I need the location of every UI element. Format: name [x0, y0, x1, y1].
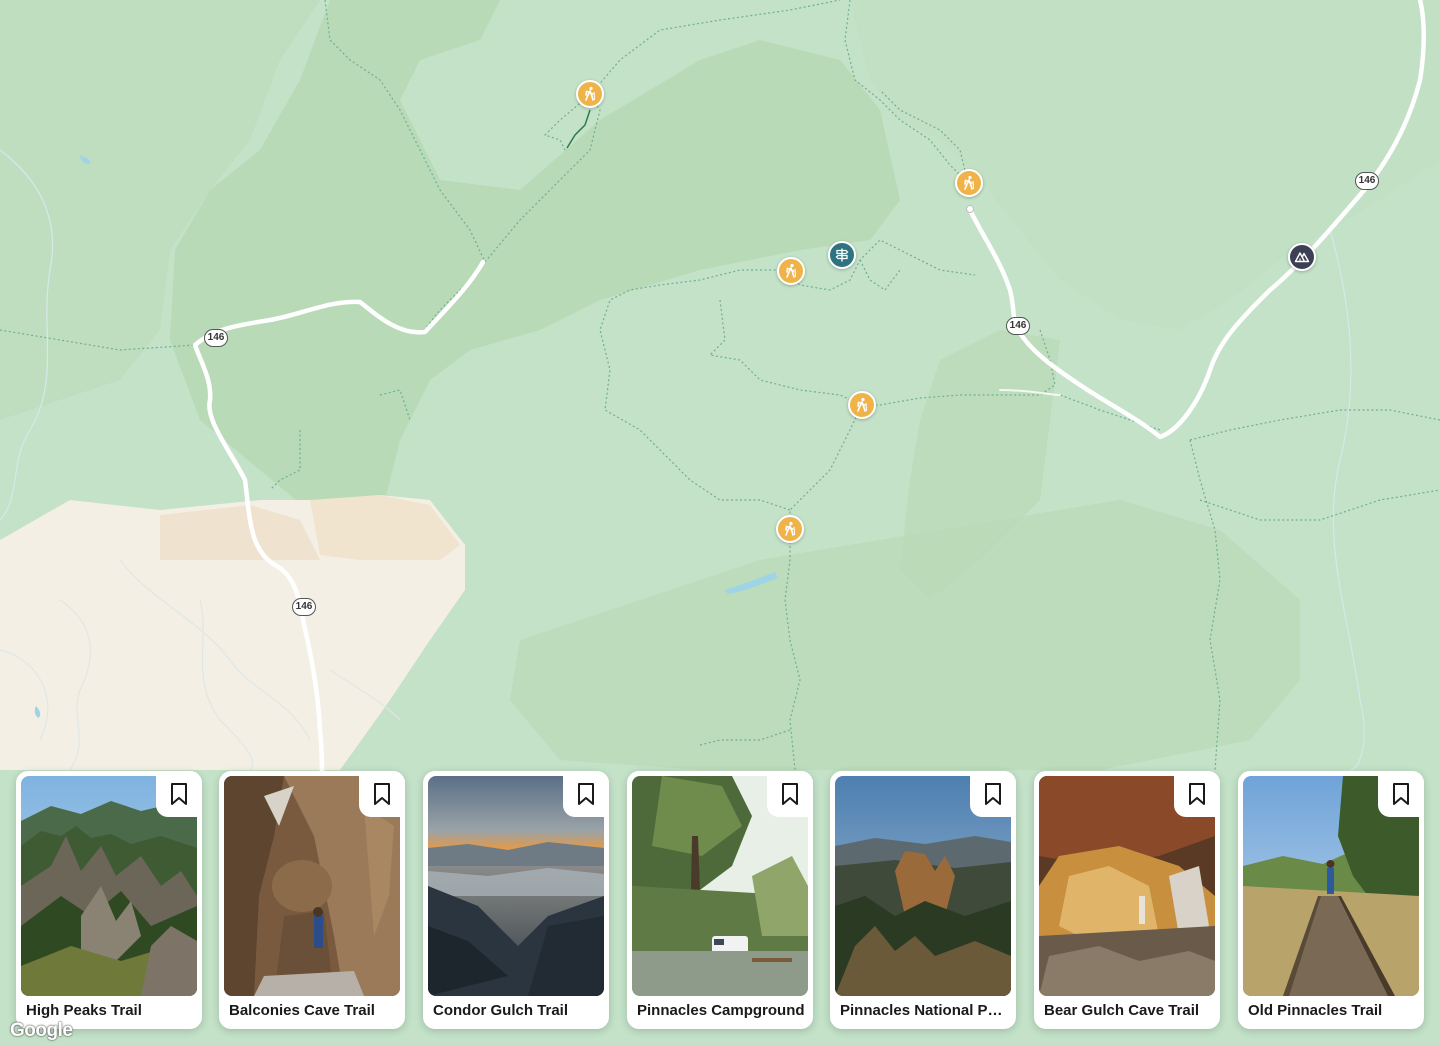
bookmark-icon [985, 783, 1001, 805]
hiker-icon [785, 521, 796, 536]
trail-marker[interactable] [576, 80, 604, 108]
bookmark-button[interactable] [359, 771, 405, 817]
card-title: Old Pinnacles Trail [1248, 1002, 1383, 1019]
tent-icon [1294, 252, 1310, 263]
campground-marker[interactable] [1288, 243, 1316, 271]
bookmark-icon [782, 783, 798, 805]
bookmark-icon [1393, 783, 1409, 805]
trail-marker[interactable] [776, 515, 804, 543]
bookmark-button[interactable] [563, 771, 609, 817]
place-card[interactable]: Old Pinnacles Trail [1238, 771, 1424, 1029]
google-attribution: Google [10, 1020, 73, 1041]
place-card[interactable]: Condor Gulch Trail [423, 771, 609, 1029]
bookmark-icon [1189, 783, 1205, 805]
bookmark-icon [374, 783, 390, 805]
route-146-shield: 146 [1006, 317, 1030, 335]
route-146-shield: 146 [1355, 172, 1379, 190]
trail-marker[interactable] [848, 391, 876, 419]
bookmark-button[interactable] [1378, 771, 1424, 817]
signpost-icon [835, 248, 849, 262]
trail-marker[interactable] [777, 257, 805, 285]
bookmark-button[interactable] [767, 771, 813, 817]
bookmark-button[interactable] [156, 771, 202, 817]
bookmark-button[interactable] [1174, 771, 1220, 817]
place-card[interactable]: Pinnacles National Park [830, 771, 1016, 1029]
bookmark-button[interactable] [970, 771, 1016, 817]
place-card[interactable]: Balconies Cave Trail [219, 771, 405, 1029]
map-view[interactable]: 146 146 146 146 High Peaks Trail Balconi… [0, 0, 1440, 1045]
place-card-carousel[interactable]: High Peaks Trail Balconies Cave Trail Co… [16, 771, 1424, 1029]
place-card[interactable]: Bear Gulch Cave Trail [1034, 771, 1220, 1029]
card-title: Pinnacles Campground [637, 1002, 805, 1019]
bookmark-icon [171, 783, 187, 805]
card-title: Bear Gulch Cave Trail [1044, 1002, 1200, 1019]
route-146-shield: 146 [292, 598, 316, 616]
place-card[interactable]: High Peaks Trail [16, 771, 202, 1029]
card-title: High Peaks Trail [26, 1002, 142, 1019]
card-title: Condor Gulch Trail [433, 1002, 569, 1019]
bookmark-icon [578, 783, 594, 805]
route-146-shield: 146 [204, 329, 228, 347]
card-title: Pinnacles National Park [840, 1002, 1008, 1019]
hiker-icon [786, 263, 797, 278]
trailhead-marker[interactable] [828, 241, 856, 269]
hiker-icon [964, 175, 975, 190]
hiker-icon [857, 397, 868, 412]
hiker-icon [585, 86, 596, 101]
place-card[interactable]: Pinnacles Campground [627, 771, 813, 1029]
trail-marker[interactable] [955, 169, 983, 197]
card-title: Balconies Cave Trail [229, 1002, 375, 1019]
